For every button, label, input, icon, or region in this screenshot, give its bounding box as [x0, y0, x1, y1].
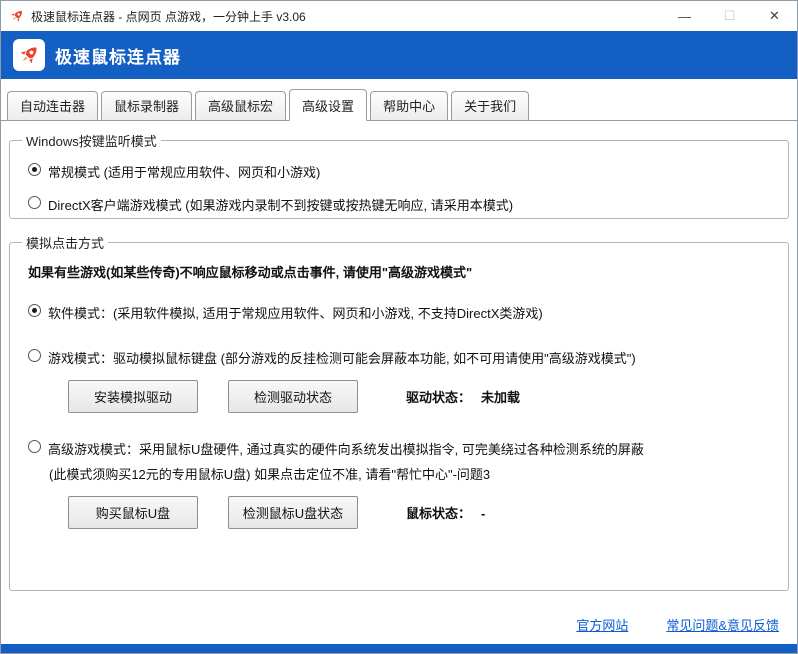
app-icon: [9, 8, 25, 24]
click-mode-group-title: 模拟点击方式: [22, 233, 108, 252]
radio-icon: [28, 349, 41, 362]
official-site-link[interactable]: 官方网站: [576, 615, 628, 634]
install-driver-button[interactable]: 安装模拟驱动: [68, 380, 198, 413]
radio-software-mode-label: 软件模式：(采用软件模拟, 适用于常规应用软件、网页和小游戏, 不支持Direc…: [48, 303, 543, 322]
radio-icon: [28, 196, 41, 209]
radio-icon: [28, 440, 41, 453]
tab-auto-clicker[interactable]: 自动连击器: [7, 91, 98, 121]
tab-mouse-recorder[interactable]: 鼠标录制器: [101, 91, 192, 121]
radio-driver-mode-label: 游戏模式：驱动模拟鼠标键盘 (部分游戏的反挂检测可能会屏蔽本功能, 如不可用请使…: [48, 348, 636, 367]
footer-links: 官方网站 常见问题&意见反馈: [560, 615, 795, 644]
close-button[interactable]: ✕: [752, 1, 797, 31]
radio-directx-mode-label: DirectX客户端游戏模式 (如果游戏内录制不到按键或按热键无响应, 请采用本…: [48, 195, 513, 214]
usb-button-row: 购买鼠标U盘 检测鼠标U盘状态 鼠标状态：-: [68, 496, 778, 529]
maximize-button[interactable]: ☐: [707, 1, 752, 31]
app-title: 极速鼠标连点器: [55, 43, 181, 68]
tab-bar: 自动连击器 鼠标录制器 高级鼠标宏 高级设置 帮助中心 关于我们: [1, 79, 797, 121]
buy-mouse-usb-button[interactable]: 购买鼠标U盘: [68, 496, 198, 529]
bottom-accent-strip: [1, 644, 797, 653]
radio-normal-mode[interactable]: 常规模式 (适用于常规应用软件、网页和小游戏): [20, 162, 778, 181]
check-driver-button[interactable]: 检测驱动状态: [228, 380, 358, 413]
app-header: 极速鼠标连点器: [1, 31, 797, 79]
driver-status: 驱动状态： 未加载: [406, 387, 520, 406]
radio-icon: [28, 163, 41, 176]
settings-panel: Windows按键监听模式 常规模式 (适用于常规应用软件、网页和小游戏) Di…: [1, 121, 797, 644]
mouse-status-label: 鼠标状态：: [406, 506, 471, 521]
listen-mode-group: Windows按键监听模式 常规模式 (适用于常规应用软件、网页和小游戏) Di…: [9, 131, 789, 219]
driver-button-row: 安装模拟驱动 检测驱动状态 驱动状态： 未加载: [68, 380, 778, 413]
titlebar: 极速鼠标连点器 - 点网页 点游戏，一分钟上手 v3.06 — ☐ ✕: [1, 1, 797, 31]
driver-status-value: 未加载: [481, 390, 520, 405]
radio-software-mode[interactable]: 软件模式：(采用软件模拟, 适用于常规应用软件、网页和小游戏, 不支持Direc…: [20, 303, 778, 322]
usb-mode-label-line2: (此模式须购买12元的专用鼠标U盘) 如果点击定位不准, 请看"帮忙中心"-问题…: [48, 464, 644, 483]
radio-icon: [28, 304, 41, 317]
radio-normal-mode-label: 常规模式 (适用于常规应用软件、网页和小游戏): [48, 162, 320, 181]
check-mouse-usb-button[interactable]: 检测鼠标U盘状态: [228, 496, 358, 529]
minimize-button[interactable]: —: [662, 1, 707, 31]
mouse-status-value: -: [481, 506, 485, 521]
radio-directx-mode[interactable]: DirectX客户端游戏模式 (如果游戏内录制不到按键或按热键无响应, 请采用本…: [20, 195, 778, 214]
app-window: 极速鼠标连点器 - 点网页 点游戏，一分钟上手 v3.06 — ☐ ✕ 极速鼠标…: [0, 0, 798, 654]
tab-advanced-macro[interactable]: 高级鼠标宏: [195, 91, 286, 121]
mouse-status: 鼠标状态：-: [406, 503, 485, 522]
window-title: 极速鼠标连点器 - 点网页 点游戏，一分钟上手 v3.06: [31, 8, 306, 25]
radio-driver-mode[interactable]: 游戏模式：驱动模拟鼠标键盘 (部分游戏的反挂检测可能会屏蔽本功能, 如不可用请使…: [20, 348, 778, 367]
tab-help-center[interactable]: 帮助中心: [370, 91, 448, 121]
usb-mode-label-line1: 高级游戏模式：采用鼠标U盘硬件, 通过真实的硬件向系统发出模拟指令, 可完美绕过…: [48, 442, 644, 457]
click-mode-group: 模拟点击方式 如果有些游戏(如某些传奇)不响应鼠标移动或点击事件, 请使用"高级…: [9, 233, 789, 591]
tab-about-us[interactable]: 关于我们: [451, 91, 529, 121]
listen-mode-group-title: Windows按键监听模式: [22, 131, 161, 150]
rocket-logo-icon: [13, 39, 45, 71]
game-mode-hint: 如果有些游戏(如某些传奇)不响应鼠标移动或点击事件, 请使用"高级游戏模式": [28, 262, 778, 281]
tab-advanced-settings[interactable]: 高级设置: [289, 89, 367, 121]
window-controls: — ☐ ✕: [662, 1, 797, 31]
faq-feedback-link[interactable]: 常见问题&意见反馈: [666, 615, 779, 634]
radio-usb-mode[interactable]: 高级游戏模式：采用鼠标U盘硬件, 通过真实的硬件向系统发出模拟指令, 可完美绕过…: [20, 439, 778, 483]
radio-usb-mode-label: 高级游戏模式：采用鼠标U盘硬件, 通过真实的硬件向系统发出模拟指令, 可完美绕过…: [48, 439, 644, 483]
driver-status-label: 驱动状态：: [406, 390, 471, 405]
